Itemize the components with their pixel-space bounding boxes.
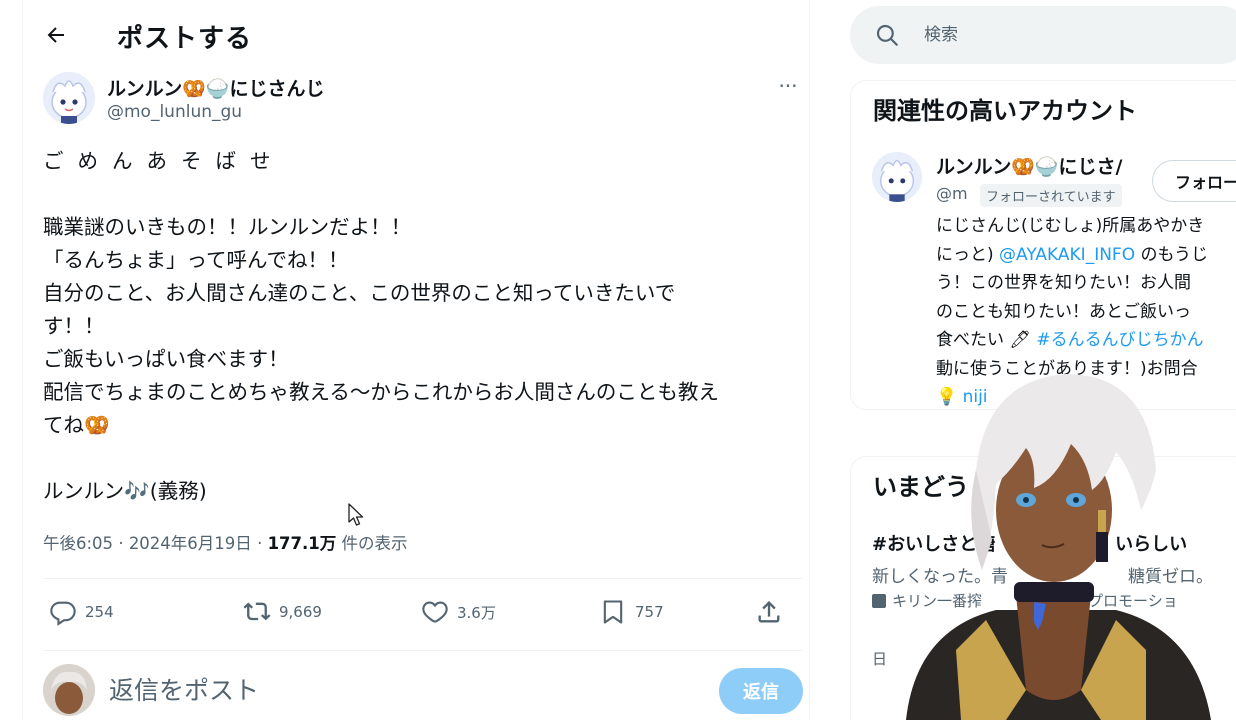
post-line: 「るんちょま」って呼んでね！！ [43,248,349,272]
avatar-illustration [43,72,95,124]
bio-text: のもうじ [1135,244,1208,265]
streamer-avatar-overlay [906,374,1211,720]
search-input[interactable] [924,20,1224,50]
panel-title: 関連性の高いアカウント [873,97,1137,125]
post-text: ごめんあそばせ 職業謎のいきもの！！ルンルンだよ！！ 「るんちょま」って呼んでね… [43,145,793,508]
post-author: ルンルン🥨🍚にじさんじ @mo_lunlun_gu ··· [43,72,803,128]
avatar-illustration [43,664,95,716]
author-handle[interactable]: @mo_lunlun_gu [107,102,242,122]
views-label: 件の表示 [341,534,408,553]
back-button[interactable] [41,20,71,50]
divider [43,578,803,579]
more-options-button[interactable]: ··· [773,74,803,98]
share-action[interactable] [755,590,783,634]
page-title: ポストする [117,24,253,54]
reply-composer: 返信 [43,664,803,720]
views-count: 177.1万 [267,534,337,553]
meta-separator: · [257,534,268,553]
post-line: ご飯もいっぱい食べます！ [43,347,289,371]
avatar[interactable] [43,72,95,124]
post-line: てね🥨 [43,413,110,437]
mouse-cursor-icon [348,503,364,526]
follows-you-badge: フォローされています [980,184,1122,207]
repost-icon [243,602,271,621]
bio-line: 食べたい 🖊 #るんるんびじちかん [936,326,1236,355]
avatar-illustration [872,152,922,202]
bookmark-icon [603,600,623,624]
post-date[interactable]: 2024年6月19日 [129,534,252,553]
bookmark-action[interactable]: 757 [599,590,664,634]
bio-text: 食べたい 🖊 [936,330,1037,350]
meta-separator: · [118,534,129,553]
like-count: 3.6万 [457,603,496,622]
post-line: 自分のこと、お人間さん達のこと、この世界のこと知っていきたいで [43,281,676,305]
reply-action[interactable]: 254 [49,590,114,634]
reply-input[interactable] [109,670,669,710]
share-icon [758,601,780,623]
bio-line: う！この世界を知りたい！お人間 [936,273,1191,293]
account-avatar[interactable] [872,152,922,202]
account-name[interactable]: ルンルン🥨🍚にじさ/ [936,152,1146,179]
more-dots-icon: ··· [778,74,798,98]
bookmark-count: 757 [635,603,664,621]
post-actions: 254 9,669 3.6万 757 [43,590,803,634]
post-line: 職業謎のいきもの！！ルンルンだよ！！ [43,215,412,239]
post-line: す！！ [43,314,105,338]
heart-icon [422,601,448,623]
search-icon [876,24,898,46]
top-bar: ポストする [23,0,811,70]
post-meta: 午後6:05 · 2024年6月19日 · 177.1万 件の表示 [43,530,408,554]
search-bar[interactable] [850,6,1236,64]
post-line: ごめんあそばせ [43,149,285,173]
post-detail-column: ポストする ルンルン🥨🍚にじさんじ @mo_lunlun_gu ··· ごめんあ… [22,0,810,720]
account-handle[interactable]: @m [936,184,968,203]
reply-icon [50,601,76,626]
post-time[interactable]: 午後6:05 [43,534,113,553]
bio-line: のことも知りたい！あとご飯いっ [936,301,1191,322]
post-line: ルンルン🎶(義務) [43,479,207,503]
bio-line: にじさんじ(じむしょ)所属あやかき [936,216,1205,236]
bio-text: にっと) [936,244,1000,265]
divider [43,650,803,651]
post-line: 配信でちょまのことめちゃ教える〜からこれからお人間さんのことも教え [43,380,719,404]
like-action[interactable]: 3.6万 [421,590,496,634]
my-avatar[interactable] [43,664,95,716]
reply-submit-button[interactable]: 返信 [719,668,803,714]
repost-action[interactable]: 9,669 [243,590,322,634]
follow-button[interactable]: フォロー [1152,160,1236,202]
author-display-name[interactable]: ルンルン🥨🍚にじさんじ [107,74,325,101]
bio-line: にっと) @AYAKAKI_INFO のもうじ [936,241,1236,270]
arrow-left-icon [47,27,64,43]
bio-mention-link[interactable]: @AYAKAKI_INFO [999,245,1135,265]
repost-count: 9,669 [279,603,322,621]
reply-count: 254 [85,603,114,621]
bio-hashtag-link[interactable]: #るんるんびじちかん [1036,330,1203,350]
